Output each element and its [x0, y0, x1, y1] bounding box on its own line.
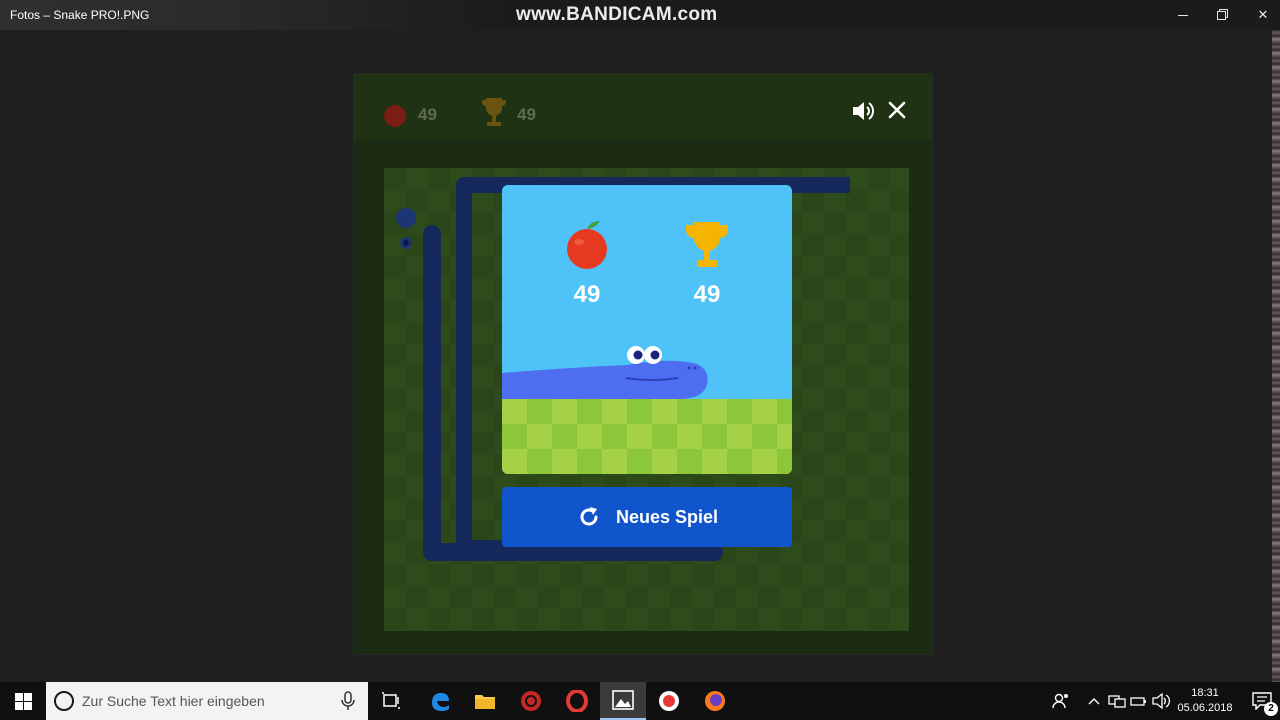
red-app-icon	[521, 691, 541, 711]
minimize-icon	[1178, 14, 1188, 16]
network-icon	[1108, 695, 1126, 708]
trophy-icon	[482, 98, 506, 126]
volume-button[interactable]	[1150, 682, 1172, 720]
header-score: 49	[418, 105, 437, 124]
clock-date: 05.06.2018	[1177, 702, 1233, 714]
maximize-button[interactable]	[1198, 0, 1244, 30]
game-header: 49 49	[354, 74, 932, 140]
trophy-icon	[686, 222, 728, 267]
taskbar-search-box[interactable]: Zur Suche Text hier eingeben	[46, 682, 368, 720]
clock-time: 18:31	[1191, 687, 1219, 699]
taskbar: Zur Suche Text hier eingeben 18:31 05.06…	[0, 682, 1280, 720]
record-icon	[659, 691, 679, 711]
final-score: 49	[573, 281, 601, 308]
bandicam-button[interactable]	[646, 682, 692, 720]
search-placeholder: Zur Suche Text hier eingeben	[82, 693, 265, 709]
screen: Fotos – Snake PRO!.PNG www.BANDICAM.com …	[0, 0, 1280, 720]
windows-icon	[14, 692, 32, 710]
notification-count-badge: 2	[1264, 702, 1278, 716]
best-score: 49	[693, 281, 721, 308]
restore-icon	[1216, 10, 1226, 20]
opera-button[interactable]	[554, 682, 600, 720]
recording-watermark: www.BANDICAM.com	[516, 4, 718, 25]
title-bar: Fotos – Snake PRO!.PNG www.BANDICAM.com …	[0, 0, 1280, 30]
speaker-icon	[1152, 693, 1170, 709]
power-button[interactable]	[1128, 682, 1150, 720]
close-icon: ✕	[1257, 7, 1269, 22]
chevron-up-icon	[1088, 698, 1100, 705]
sound-icon[interactable]	[850, 98, 876, 124]
header-best-score: 49	[517, 105, 536, 124]
folder-icon	[475, 695, 495, 709]
close-game-icon[interactable]	[886, 99, 908, 121]
screen-artifact	[1272, 30, 1280, 682]
edge-button[interactable]	[417, 682, 463, 720]
apple-icon	[384, 105, 406, 127]
window-title: Fotos – Snake PRO!.PNG	[10, 8, 150, 22]
snake-mascot	[502, 346, 708, 399]
file-explorer-button[interactable]	[462, 682, 508, 720]
start-button[interactable]	[0, 682, 46, 720]
task-view-button[interactable]	[368, 682, 414, 720]
taskbar-clock[interactable]: 18:31 05.06.2018	[1170, 686, 1240, 716]
people-icon	[1052, 693, 1068, 709]
grass-ground	[502, 399, 792, 474]
network-button[interactable]	[1106, 682, 1128, 720]
new-game-label: Neues Spiel	[615, 506, 719, 527]
firefox-icon	[705, 691, 725, 711]
opera-icon	[566, 690, 588, 712]
new-game-button[interactable]: Neues Spiel	[502, 487, 792, 547]
photos-icon	[612, 690, 634, 710]
edge-icon	[432, 693, 449, 711]
game-over-dialog: 49 49	[502, 185, 792, 474]
reload-icon	[580, 507, 598, 526]
close-window-button[interactable]: ✕	[1240, 0, 1280, 30]
red-app-button[interactable]	[508, 682, 554, 720]
action-center-button[interactable]: 2	[1244, 682, 1280, 720]
show-hidden-icons-button[interactable]	[1084, 682, 1104, 720]
task-view-icon	[382, 692, 400, 709]
plug-icon	[1130, 697, 1146, 706]
photos-button[interactable]	[600, 682, 646, 720]
cortana-icon	[54, 691, 74, 711]
apple-icon	[567, 221, 607, 269]
people-button[interactable]	[1050, 682, 1072, 720]
firefox-button[interactable]	[692, 682, 738, 720]
microphone-icon[interactable]	[340, 690, 356, 712]
